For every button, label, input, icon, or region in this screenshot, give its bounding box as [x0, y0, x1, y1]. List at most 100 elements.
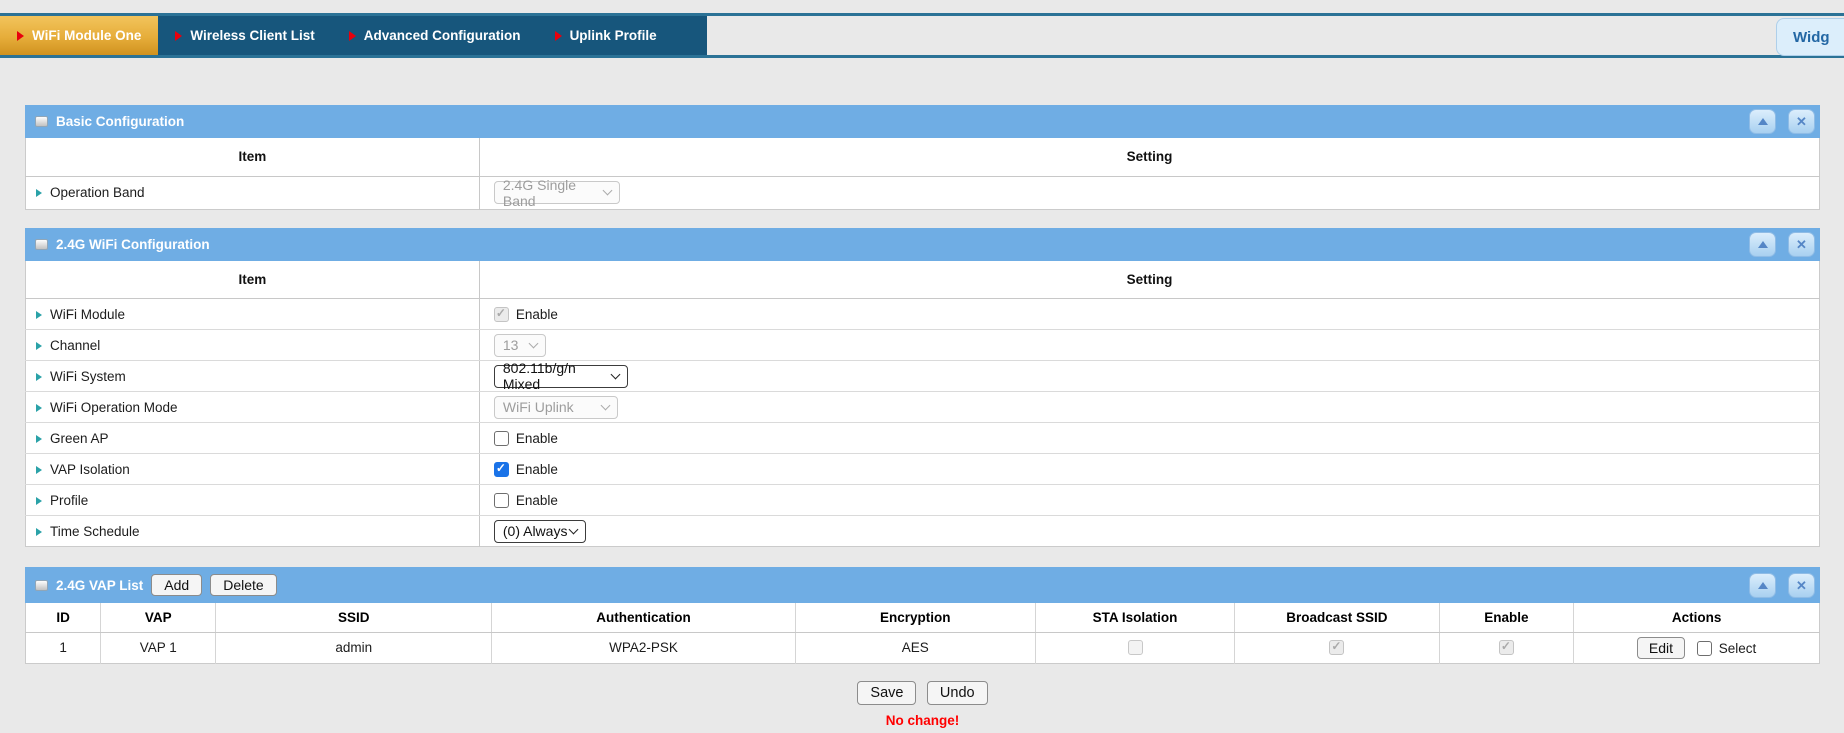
- time-schedule-select[interactable]: (0) Always: [494, 520, 586, 543]
- close-icon: ✕: [1796, 579, 1807, 592]
- edit-button[interactable]: Edit: [1637, 637, 1685, 659]
- column-header-item: Item: [26, 138, 480, 176]
- basic-configuration-section: Basic Configuration ✕ Item Setting Opera…: [25, 105, 1820, 210]
- tab-arrow-icon: [349, 31, 356, 41]
- cell-enable: [1439, 632, 1574, 663]
- collapse-section-button[interactable]: [1749, 232, 1776, 257]
- status-message: No change!: [25, 713, 1820, 728]
- row-arrow-icon: [36, 373, 42, 381]
- chevron-down-icon: [568, 524, 578, 534]
- column-header-vap: VAP: [101, 603, 216, 632]
- checkbox-label: Enable: [516, 493, 558, 508]
- close-section-button[interactable]: ✕: [1788, 109, 1815, 134]
- section-title: Basic Configuration: [56, 114, 184, 129]
- tab-wifi-module-one[interactable]: WiFi Module One: [0, 16, 158, 55]
- sta-isolation-checkbox: [1128, 640, 1143, 655]
- section-window-icon: [35, 116, 48, 127]
- cell-broadcast-ssid: [1235, 632, 1440, 663]
- table-header-row: Item Setting: [26, 261, 1820, 299]
- cell-encryption: AES: [795, 632, 1035, 663]
- row-arrow-icon: [36, 404, 42, 412]
- row-label: Channel: [50, 338, 100, 353]
- delete-button[interactable]: Delete: [210, 574, 276, 596]
- cell-id: 1: [26, 632, 101, 663]
- collapse-section-button[interactable]: [1749, 573, 1776, 598]
- cell-sta-isolation: [1035, 632, 1234, 663]
- column-header-ssid: SSID: [216, 603, 492, 632]
- row-profile: Profile Enable: [26, 485, 1820, 516]
- column-header-sta-isolation: STA Isolation: [1035, 603, 1234, 632]
- section-title: 2.4G WiFi Configuration: [56, 237, 210, 252]
- collapse-section-button[interactable]: [1749, 109, 1776, 134]
- row-operation-band: Operation Band 2.4G Single Band: [26, 176, 1820, 209]
- add-button[interactable]: Add: [151, 574, 202, 596]
- widget-button[interactable]: Widg: [1776, 18, 1844, 56]
- main-content: Basic Configuration ✕ Item Setting Opera…: [25, 105, 1820, 728]
- select-label: Select: [1719, 641, 1757, 656]
- select-value: (0) Always: [503, 523, 568, 539]
- column-header-setting: Setting: [479, 261, 1819, 299]
- row-wifi-module: WiFi Module Enable: [26, 299, 1820, 330]
- tab-advanced-configuration[interactable]: Advanced Configuration: [332, 16, 538, 55]
- vap-isolation-enable-checkbox[interactable]: [494, 462, 509, 477]
- section-window-icon: [35, 239, 48, 250]
- tab-uplink-profile[interactable]: Uplink Profile: [538, 16, 674, 55]
- row-label: Operation Band: [50, 185, 145, 200]
- operation-band-select: 2.4G Single Band: [494, 181, 620, 204]
- top-navigation-bar: WiFi Module One Wireless Client List Adv…: [0, 0, 1844, 58]
- checkbox-label: Enable: [516, 462, 558, 477]
- vap-table-row: 1 VAP 1 admin WPA2-PSK AES Edit Select: [26, 632, 1820, 663]
- tab-arrow-icon: [555, 31, 562, 41]
- close-icon: ✕: [1796, 115, 1807, 128]
- section-title: 2.4G VAP List: [56, 578, 143, 593]
- column-header-item: Item: [26, 261, 480, 299]
- profile-enable-checkbox[interactable]: [494, 493, 509, 508]
- tab-wireless-client-list[interactable]: Wireless Client List: [158, 16, 331, 55]
- row-label: Time Schedule: [50, 524, 140, 539]
- chevron-down-icon: [600, 400, 610, 410]
- green-ap-enable-checkbox[interactable]: [494, 431, 509, 446]
- wifi-system-select[interactable]: 802.11b/g/n Mixed: [494, 365, 628, 388]
- row-label: Profile: [50, 493, 88, 508]
- checkbox-label: Enable: [516, 431, 558, 446]
- select-checkbox[interactable]: [1697, 641, 1712, 656]
- row-wifi-system: WiFi System 802.11b/g/n Mixed: [26, 361, 1820, 392]
- collapse-arrow-icon: [1758, 118, 1768, 125]
- footer-actions: Save Undo: [25, 681, 1820, 705]
- close-icon: ✕: [1796, 238, 1807, 251]
- section-window-icon: [35, 580, 48, 591]
- column-header-encryption: Encryption: [795, 603, 1035, 632]
- row-vap-isolation: VAP Isolation Enable: [26, 454, 1820, 485]
- row-label: VAP Isolation: [50, 462, 130, 477]
- column-header-authentication: Authentication: [492, 603, 795, 632]
- tab-label: Wireless Client List: [190, 28, 314, 43]
- column-header-id: ID: [26, 603, 101, 632]
- cell-actions: Edit Select: [1574, 632, 1820, 663]
- row-time-schedule: Time Schedule (0) Always: [26, 516, 1820, 547]
- tab-label: Uplink Profile: [570, 28, 657, 43]
- tabbar-bottom-divider-line: [0, 55, 1844, 58]
- column-header-actions: Actions: [1574, 603, 1820, 632]
- wifi-operation-mode-select: WiFi Uplink: [494, 396, 618, 419]
- row-channel: Channel 13: [26, 330, 1820, 361]
- row-label: WiFi Module: [50, 307, 125, 322]
- channel-select: 13: [494, 334, 546, 357]
- row-arrow-icon: [36, 466, 42, 474]
- tab-label: WiFi Module One: [32, 28, 141, 43]
- close-section-button[interactable]: ✕: [1788, 573, 1815, 598]
- chevron-down-icon: [610, 369, 620, 379]
- column-header-setting: Setting: [479, 138, 1819, 176]
- row-wifi-operation-mode: WiFi Operation Mode WiFi Uplink: [26, 392, 1820, 423]
- row-arrow-icon: [36, 342, 42, 350]
- select-value: 802.11b/g/n Mixed: [503, 360, 612, 392]
- chevron-down-icon: [528, 338, 538, 348]
- collapse-arrow-icon: [1758, 582, 1768, 589]
- broadcast-ssid-checkbox: [1329, 640, 1344, 655]
- save-button[interactable]: Save: [857, 681, 916, 705]
- wifi-module-enable-checkbox: [494, 307, 509, 322]
- table-header-row: Item Setting: [26, 138, 1820, 176]
- row-arrow-icon: [36, 435, 42, 443]
- wifi-configuration-section: 2.4G WiFi Configuration ✕ Item Setting W…: [25, 228, 1820, 548]
- undo-button[interactable]: Undo: [927, 681, 988, 705]
- close-section-button[interactable]: ✕: [1788, 232, 1815, 257]
